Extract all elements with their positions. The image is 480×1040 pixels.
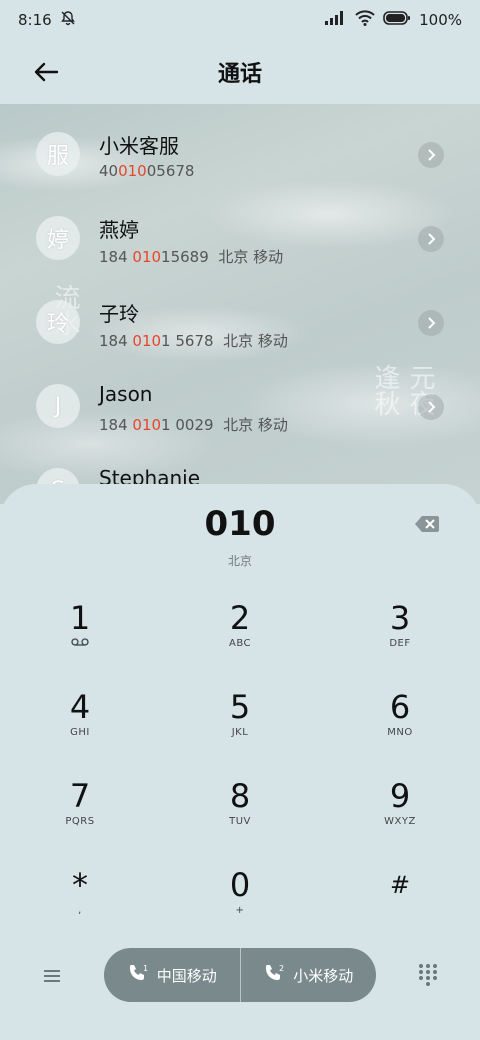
- dial-key-2[interactable]: 2 ABC: [180, 600, 300, 670]
- avatar: 玲: [36, 300, 80, 344]
- contact-number: 184 0101 5678 北京 移动: [99, 332, 288, 350]
- status-bar: 8:16 100%: [0, 0, 480, 40]
- dial-key-hash[interactable]: #: [340, 867, 460, 937]
- call-buttons-group: 1 中国移动 2 小米移动: [104, 948, 376, 1002]
- phone-sim1-icon: 1: [127, 963, 149, 987]
- call-sim2-button[interactable]: 2 小米移动: [241, 948, 377, 1002]
- avatar: 婷: [36, 216, 80, 260]
- dial-key-5[interactable]: 5 JKL: [180, 689, 300, 759]
- battery-icon: [383, 11, 411, 29]
- contact-name: 子玲: [99, 302, 139, 326]
- contact-name: Jason: [99, 382, 153, 406]
- dial-key-1[interactable]: 1: [20, 600, 140, 670]
- dialed-number: 010: [204, 504, 276, 544]
- avatar: J: [36, 384, 80, 428]
- avatar: 服: [36, 132, 80, 176]
- chevron-right-icon[interactable]: [418, 394, 444, 420]
- list-item[interactable]: 服 小米客服 4001005678: [0, 118, 480, 202]
- voicemail-icon: [71, 638, 89, 649]
- status-time: 8:16: [18, 11, 52, 29]
- chevron-right-icon[interactable]: [418, 310, 444, 336]
- dial-key-8[interactable]: 8 TUV: [180, 778, 300, 848]
- battery-percent: 100%: [419, 11, 462, 29]
- contact-number: 184 0101 0029 北京 移动: [99, 416, 288, 434]
- list-item[interactable]: 婷 燕婷 184 01015689 北京 移动: [0, 202, 480, 286]
- chevron-right-icon[interactable]: [418, 226, 444, 252]
- svg-text:1: 1: [143, 964, 148, 973]
- page-title: 通话: [217, 62, 262, 87]
- contact-name: 燕婷: [99, 218, 139, 242]
- list-item[interactable]: J Jason 184 0101 0029 北京 移动: [0, 370, 480, 454]
- dial-key-9[interactable]: 9 WXYZ: [340, 778, 460, 848]
- dial-key-3[interactable]: 3 DEF: [340, 600, 460, 670]
- phone-sim2-icon: 2: [263, 963, 285, 987]
- menu-icon[interactable]: [40, 964, 64, 988]
- number-region: 北京: [227, 554, 252, 568]
- list-item[interactable]: 玲 子玲 184 0101 5678 北京 移动: [0, 286, 480, 370]
- dial-key-0[interactable]: 0 +: [180, 867, 300, 937]
- back-arrow-icon[interactable]: [28, 54, 64, 90]
- dial-key-star[interactable]: * ,: [20, 867, 140, 937]
- wifi-icon: [355, 10, 375, 30]
- call-sim1-button[interactable]: 1 中国移动: [104, 948, 240, 1002]
- bell-muted-icon: [60, 10, 76, 30]
- keypad-icon[interactable]: [416, 962, 440, 986]
- contact-name: 小米客服: [99, 134, 179, 158]
- backspace-icon[interactable]: [414, 514, 440, 534]
- svg-text:2: 2: [279, 964, 284, 973]
- contact-number: 184 01015689 北京 移动: [99, 248, 284, 266]
- signal-icon: [325, 11, 347, 29]
- dial-key-7[interactable]: 7 PQRS: [20, 778, 140, 848]
- dial-key-6[interactable]: 6 MNO: [340, 689, 460, 759]
- bottom-action-bar: 1 中国移动 2 小米移动: [0, 948, 480, 1004]
- app-bar: 通话: [0, 40, 480, 104]
- dial-key-4[interactable]: 4 GHI: [20, 689, 140, 759]
- contact-number: 4001005678: [99, 162, 195, 180]
- chevron-right-icon[interactable]: [418, 142, 444, 168]
